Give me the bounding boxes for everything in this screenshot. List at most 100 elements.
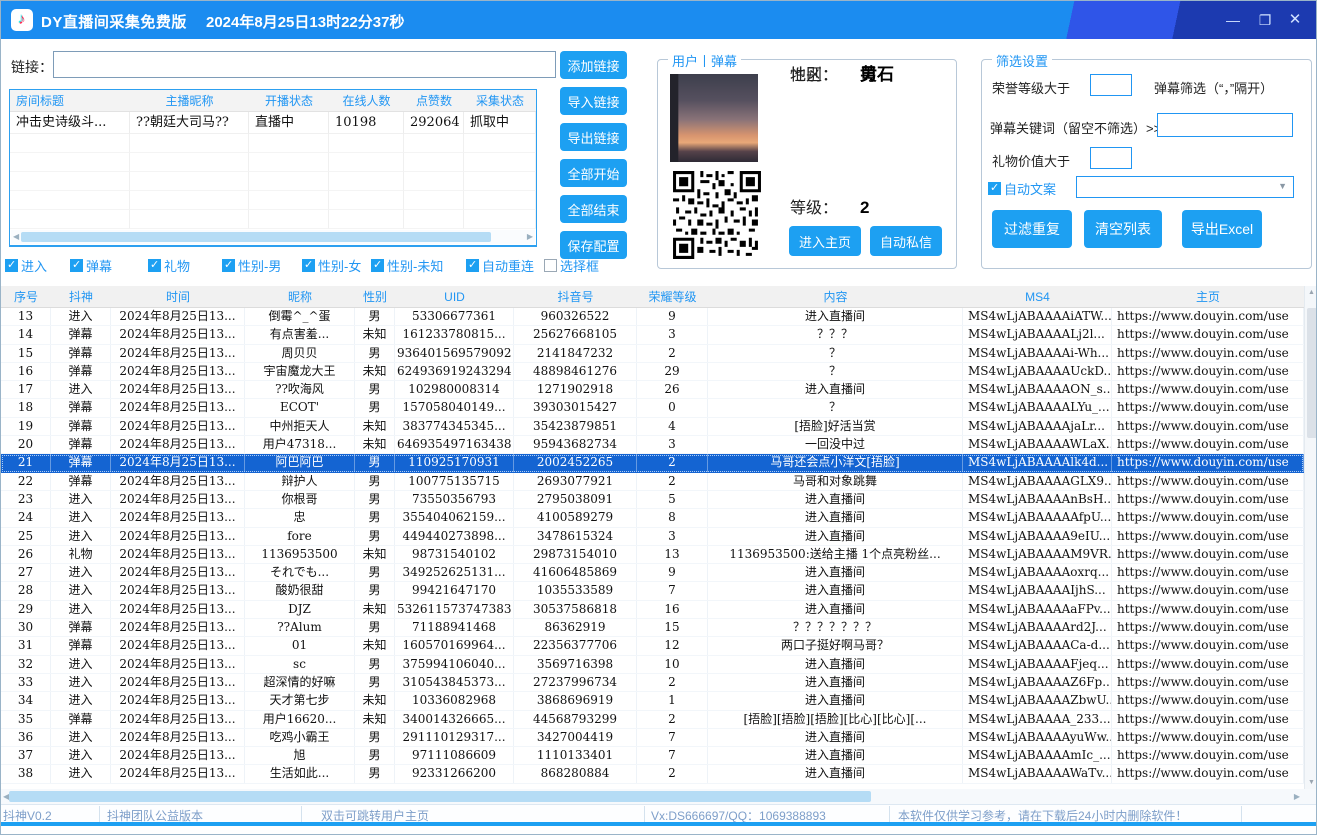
scrollbar-thumb[interactable]: [9, 791, 871, 802]
link-action-button[interactable]: 全部开始: [560, 159, 627, 187]
cell-time: 2024年8月25日13...: [111, 564, 245, 581]
cell-homepage-url: https://www.douyin.com/use: [1112, 326, 1304, 343]
cell-honor-level: 2: [637, 345, 708, 362]
scroll-up-icon[interactable]: ▲: [1308, 289, 1315, 296]
scroll-right-icon[interactable]: ▶: [527, 231, 533, 243]
cell-ms4: MS4wLjABAAAAUckD...: [963, 363, 1112, 380]
scrollbar-thumb[interactable]: [21, 232, 491, 242]
table-row[interactable]: 32 进入 2024年8月25日13... sc 男 375994106040.…: [1, 656, 1304, 674]
table-row[interactable]: 35 弹幕 2024年8月25日13... 用户16620... 未知 3400…: [1, 711, 1304, 729]
table-row[interactable]: 34 进入 2024年8月25日13... 天才第七步 未知 103360829…: [1, 692, 1304, 710]
scroll-left-icon[interactable]: ◀: [13, 231, 19, 243]
cell-uid: 161233780815...: [395, 326, 514, 343]
table-row[interactable]: 22 弹幕 2024年8月25日13... 辩护人 男 100775135715…: [1, 473, 1304, 491]
cell-honor-level: 7: [637, 729, 708, 746]
scrollbar-thumb[interactable]: [1307, 308, 1317, 438]
cell-nickname: ??吹海风: [245, 381, 355, 398]
cell-gender: 男: [355, 491, 395, 508]
cell-content: ？: [708, 345, 963, 362]
link-action-button[interactable]: 导出链接: [560, 123, 627, 151]
main-table-hscrollbar[interactable]: ◀ ▶: [1, 789, 1317, 804]
filter-checkbox[interactable]: 弹幕: [70, 256, 112, 275]
table-row[interactable]: 36 进入 2024年8月25日13... 吃鸡小霸王 男 2911101293…: [1, 729, 1304, 747]
cell-douyin-id: 1271902918: [514, 381, 637, 398]
table-row[interactable]: 24 进入 2024年8月25日13... 忠 男 355404062159..…: [1, 509, 1304, 527]
checkbox-icon: [148, 259, 161, 272]
table-row[interactable]: 28 进入 2024年8月25日13... 酸奶很甜 男 99421647170…: [1, 582, 1304, 600]
honor-level-input[interactable]: [1090, 74, 1132, 96]
cell-time: 2024年8月25日13...: [111, 363, 245, 380]
link-action-button[interactable]: 导入链接: [560, 87, 627, 115]
table-row[interactable]: 30 弹幕 2024年8月25日13... ??Alum 男 711889414…: [1, 619, 1304, 637]
cell-ms4: MS4wLjABAAAAZbwU...: [963, 692, 1112, 709]
cell-ms4: MS4wLjABAAAAM9VR...: [963, 546, 1112, 563]
filter-checkbox[interactable]: 进入: [5, 256, 47, 275]
column-header: 主页: [1112, 286, 1304, 307]
table-row[interactable]: 38 进入 2024年8月25日13... 生活如此... 男 92331266…: [1, 765, 1304, 783]
cell-douyin-id: 1110133401: [514, 747, 637, 764]
table-row[interactable]: 14 弹幕 2024年8月25日13... 有点害羞... 未知 1612337…: [1, 326, 1304, 344]
auto-dm-button[interactable]: 自动私信: [870, 226, 942, 256]
table-row[interactable]: 25 进入 2024年8月25日13... fore 男 44944027389…: [1, 528, 1304, 546]
minimize-icon[interactable]: —: [1220, 8, 1246, 32]
table-row[interactable]: 17 进入 2024年8月25日13... ??吹海风 男 1029800083…: [1, 381, 1304, 399]
danmu-keyword-input[interactable]: [1157, 113, 1293, 137]
table-row[interactable]: 27 进入 2024年8月25日13... それでも... 男 34925262…: [1, 564, 1304, 582]
column-header: 昵称: [245, 286, 355, 307]
filter-duplicates-button[interactable]: 过滤重复: [992, 210, 1072, 248]
cell-ms4: MS4wLjABAAAAiATW...: [963, 308, 1112, 325]
maximize-icon[interactable]: ❐: [1252, 8, 1278, 32]
auto-text-dropdown[interactable]: ▼: [1076, 176, 1294, 198]
table-row[interactable]: 13 进入 2024年8月25日13... 倒霉^_^蛋 男 533066773…: [1, 308, 1304, 326]
room-row[interactable]: 冲击史诗级斗... ??朝廷大司马?? 直播中 10198 292064 抓取中: [10, 112, 536, 134]
close-icon[interactable]: ✕: [1282, 8, 1308, 32]
table-row[interactable]: 19 弹幕 2024年8月25日13... 中州拒天人 未知 383774345…: [1, 418, 1304, 436]
cell-seq: 16: [1, 363, 51, 380]
auto-text-checkbox[interactable]: 自动文案: [988, 179, 1056, 198]
cell-content: 进入直播间: [708, 729, 963, 746]
cell-honor-level: 2: [637, 454, 708, 471]
filter-checkbox[interactable]: 性别-未知: [371, 256, 443, 275]
filter-checkbox[interactable]: 性别-男: [222, 256, 281, 275]
filter-checkbox[interactable]: 选择框: [544, 256, 599, 275]
export-excel-button[interactable]: 导出Excel: [1182, 210, 1262, 248]
table-row[interactable]: 26 礼物 2024年8月25日13... 1136953500 未知 9873…: [1, 546, 1304, 564]
filter-checkbox[interactable]: 礼物: [148, 256, 190, 275]
cell-homepage-url: https://www.douyin.com/use: [1112, 381, 1304, 398]
cell-anchor-nickname: ??朝廷大司马??: [130, 112, 249, 134]
cell-event-type: 进入: [51, 656, 111, 673]
cell-time: 2024年8月25日13...: [111, 765, 245, 782]
table-row[interactable]: 21 弹幕 2024年8月25日13... 阿巴阿巴 男 11092517093…: [1, 454, 1304, 472]
table-row[interactable]: 33 进入 2024年8月25日13... 超深情的好嘛 男 310543845…: [1, 674, 1304, 692]
main-table-vscrollbar[interactable]: ▲ ▼: [1304, 286, 1317, 789]
table-row[interactable]: 16 弹幕 2024年8月25日13... 宇宙魔龙大王 未知 62493691…: [1, 363, 1304, 381]
table-row[interactable]: 29 进入 2024年8月25日13... DJZ 未知 53261157374…: [1, 601, 1304, 619]
cell-honor-level: 2: [637, 674, 708, 691]
cell-event-type: 进入: [51, 509, 111, 526]
gift-value-input[interactable]: [1090, 147, 1132, 169]
filter-checkbox[interactable]: 性别-女: [302, 256, 361, 275]
link-action-button[interactable]: 保存配置: [560, 231, 627, 259]
cell-gender: 男: [355, 399, 395, 416]
table-row[interactable]: 23 进入 2024年8月25日13... 你根哥 男 73550356793 …: [1, 491, 1304, 509]
table-row[interactable]: 20 弹幕 2024年8月25日13... 用户47318... 未知 6469…: [1, 436, 1304, 454]
filter-checkbox[interactable]: 自动重连: [466, 256, 534, 275]
cell-content: [捂脸]好活当赏: [708, 418, 963, 435]
table-row[interactable]: 37 进入 2024年8月25日13... 旭 男 97111086609 11…: [1, 747, 1304, 765]
link-action-button[interactable]: 全部结束: [560, 195, 627, 223]
table-row[interactable]: 18 弹幕 2024年8月25日13... ECOT' 男 1570580401…: [1, 399, 1304, 417]
link-action-button[interactable]: 添加链接: [560, 51, 627, 79]
cell-seq: 20: [1, 436, 51, 453]
table-row[interactable]: 31 弹幕 2024年8月25日13... 01 未知 160570169964…: [1, 637, 1304, 655]
enter-homepage-button[interactable]: 进入主页: [789, 226, 861, 256]
table-row[interactable]: 15 弹幕 2024年8月25日13... 周贝贝 男 936401569579…: [1, 345, 1304, 363]
cell-honor-level: 2: [637, 765, 708, 782]
room-table-hscrollbar[interactable]: ◀ ▶: [11, 230, 535, 244]
column-header: 内容: [708, 286, 963, 307]
clear-list-button[interactable]: 清空列表: [1084, 210, 1162, 248]
link-input[interactable]: [53, 51, 556, 78]
cell-event-type: 弹幕: [51, 619, 111, 636]
scroll-right-icon[interactable]: ▶: [1294, 791, 1300, 803]
scroll-down-icon[interactable]: ▼: [1308, 779, 1315, 786]
checkbox-icon: [466, 259, 479, 272]
